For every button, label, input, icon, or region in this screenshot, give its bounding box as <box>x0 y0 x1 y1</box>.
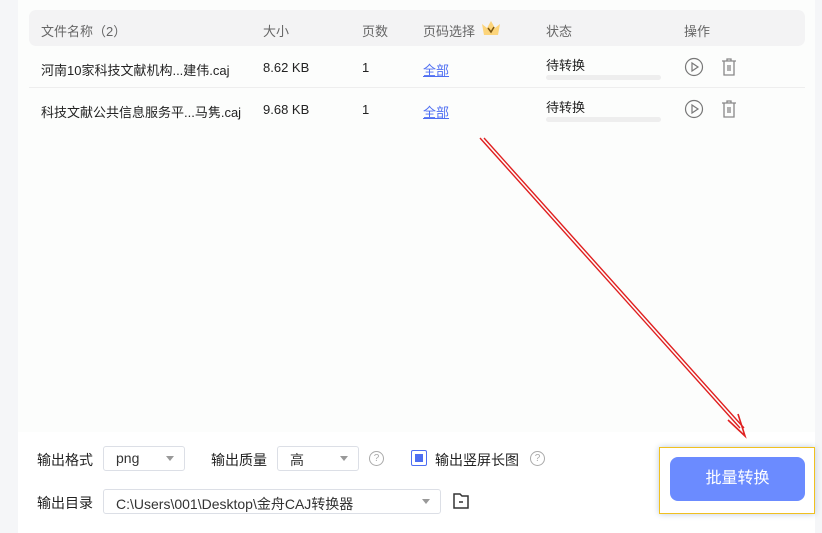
annotation-arrow <box>479 137 747 439</box>
